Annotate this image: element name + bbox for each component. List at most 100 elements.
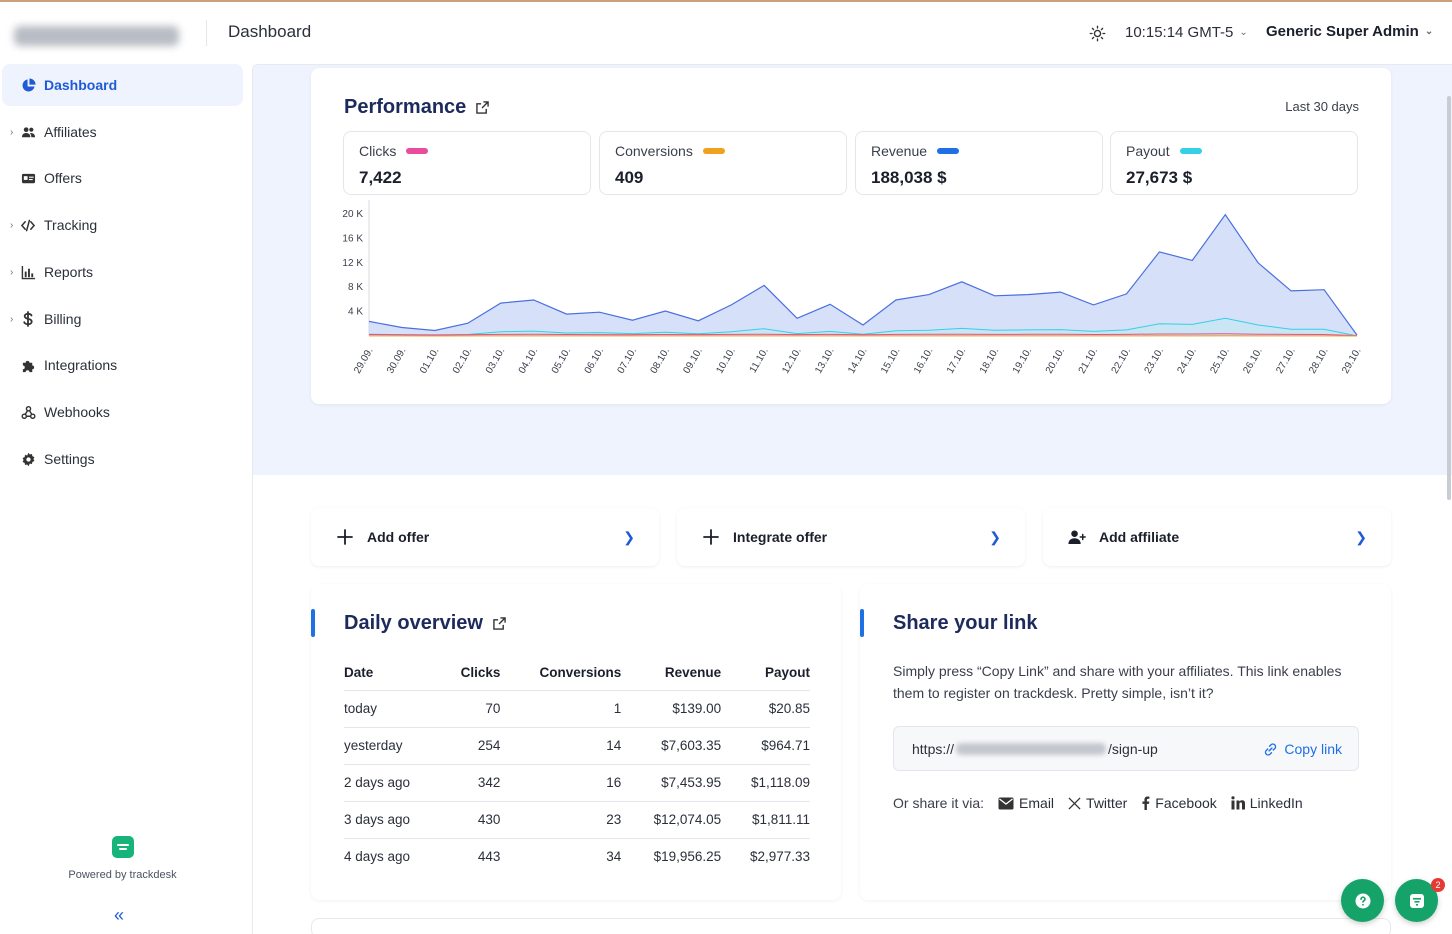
x-tick-label: 27.10. xyxy=(1274,346,1297,376)
theme-toggle-sun-icon[interactable] xyxy=(1089,25,1106,42)
share-via-facebook[interactable]: Facebook xyxy=(1141,795,1217,811)
sidebar-item-billing[interactable]: › Billing xyxy=(2,298,243,340)
x-tick-label: 21.10. xyxy=(1077,346,1100,376)
table-header-row: Date Clicks Conversions Revenue Payout xyxy=(344,656,810,691)
y-tick-label: 8 K xyxy=(348,282,363,293)
share-option-label: Email xyxy=(1019,795,1055,811)
share-via-row: Or share it via: Email Twitter Facebook Lin… xyxy=(893,795,1303,811)
x-tick-label: 10.10. xyxy=(714,346,737,376)
table-cell: 4 days ago xyxy=(344,849,411,865)
collapse-sidebar-button[interactable]: « xyxy=(114,905,124,926)
user-name: Generic Super Admin xyxy=(1266,23,1419,40)
sidebar-item-tracking[interactable]: › Tracking xyxy=(2,204,243,246)
trackdesk-logo-icon xyxy=(1409,893,1424,908)
sidebar-item-offers[interactable]: Offers xyxy=(2,157,243,199)
table-cell: yesterday xyxy=(344,727,442,765)
sidebar-item-label: Tracking xyxy=(44,217,98,233)
table-cell: 2 days ago xyxy=(344,764,442,802)
table-cell: $1,811.11 xyxy=(721,801,810,839)
copy-link-button[interactable]: Copy link xyxy=(1263,741,1342,757)
add-offer-button[interactable]: Add offer ❯ xyxy=(311,508,659,566)
integrate-offer-button[interactable]: Integrate offer ❯ xyxy=(677,508,1025,566)
add-affiliate-button[interactable]: Add affiliate ❯ xyxy=(1043,508,1391,566)
pie-chart-icon xyxy=(20,77,36,93)
x-tick-label: 12.10. xyxy=(780,346,803,376)
table-cell: $19,956.25 xyxy=(653,849,722,865)
share-link-title: Share your link xyxy=(893,612,1038,634)
x-tick-label: 07.10. xyxy=(616,346,639,376)
x-tick-label: 02.10. xyxy=(451,346,474,376)
table-cell: 14 xyxy=(500,727,622,765)
share-link-card: Share your link Simply press “Copy Link”… xyxy=(860,584,1391,900)
x-tick-label: 26.10. xyxy=(1241,346,1264,376)
chevron-right-icon: › xyxy=(10,219,14,231)
x-tick-label: 16.10. xyxy=(912,346,935,376)
table-row: 2 days ago 342 16 $7,453.95 $1,118.09 xyxy=(344,764,810,802)
x-tick-label: 23.10. xyxy=(1143,346,1166,376)
next-card-edge xyxy=(311,918,1391,934)
x-tick-label: 22.10. xyxy=(1110,346,1133,376)
user-menu-dropdown[interactable]: Generic Super Admin ⌄ xyxy=(1266,23,1433,40)
sidebar-item-dashboard[interactable]: Dashboard xyxy=(2,64,243,106)
share-description: Simply press “Copy Link” and share with … xyxy=(893,663,1342,701)
x-tick-label: 15.10. xyxy=(879,346,902,376)
sidebar-item-integrations[interactable]: Integrations xyxy=(2,344,243,386)
series-area-revenue xyxy=(369,214,1357,336)
x-tick-label: 13.10. xyxy=(813,346,836,376)
help-button[interactable] xyxy=(1341,879,1384,922)
table-row: 3 days ago 430 23 $12,074.05 $1,811.11 xyxy=(344,801,810,839)
header-divider xyxy=(206,20,207,46)
table-cell: 34 xyxy=(606,849,622,865)
app-header: Dashboard 10:15:14 GMT-5 ⌄ Generic Super… xyxy=(0,2,1452,64)
external-link-icon[interactable] xyxy=(493,617,506,630)
signup-link-field[interactable]: https:// /sign-up Copy link xyxy=(893,726,1359,771)
performance-chart: 4 K 8 K 12 K 16 K 20 K 29.09. 30.09. 01.10. 02.1… xyxy=(342,200,1364,376)
table-cell: $2,977.33 xyxy=(749,849,810,865)
x-tick-label: 20.10. xyxy=(1044,346,1067,376)
performance-card: Performance Last 30 days Clicks 7,422 Conv… xyxy=(311,68,1391,404)
sidebar-item-label: Integrations xyxy=(44,357,118,373)
bar-chart-icon xyxy=(20,264,36,280)
x-tick-label: 28.10. xyxy=(1307,346,1330,376)
plus-icon xyxy=(337,529,353,545)
daily-overview-card: Daily overview Date Clicks Conversions Reve… xyxy=(311,584,841,900)
x-tick-label: 11.10. xyxy=(748,346,771,375)
sidebar-item-label: Affiliates xyxy=(44,124,97,140)
sidebar-item-reports[interactable]: › Reports xyxy=(2,251,243,293)
x-twitter-icon xyxy=(1068,796,1081,810)
gear-icon xyxy=(20,451,36,467)
section-accent-bar xyxy=(311,609,315,637)
sidebar-item-settings[interactable]: Settings xyxy=(2,438,243,480)
table-cell: 430 xyxy=(441,801,501,839)
chevron-right-icon: ❯ xyxy=(1355,528,1367,545)
share-option-label: Twitter xyxy=(1086,795,1128,811)
share-option-label: Facebook xyxy=(1155,795,1217,811)
table-cell: 16 xyxy=(500,764,622,802)
plus-icon xyxy=(703,529,719,545)
daily-overview-title: Daily overview xyxy=(344,612,506,635)
brand-logo[interactable] xyxy=(14,26,179,46)
y-tick-label: 12 K xyxy=(342,258,363,269)
column-header-payout: Payout xyxy=(721,656,810,691)
column-header-clicks: Clicks xyxy=(441,656,501,691)
table-row: yesterday 254 14 $7,603.35 $964.71 xyxy=(344,727,810,765)
sidebar-item-webhooks[interactable]: Webhooks xyxy=(2,391,243,433)
table-row: today 70 1 $139.00 $20.85 xyxy=(344,690,810,728)
sidebar-item-label: Dashboard xyxy=(44,77,118,93)
sidebar-item-label: Settings xyxy=(44,451,95,467)
share-via-linkedin[interactable]: LinkedIn xyxy=(1231,795,1303,811)
x-tick-label: 04.10. xyxy=(517,346,540,376)
y-tick-label: 20 K xyxy=(342,209,363,220)
x-tick-label: 05.10. xyxy=(550,346,573,376)
share-via-twitter[interactable]: Twitter xyxy=(1068,795,1127,811)
share-via-email[interactable]: Email xyxy=(998,795,1054,811)
scrollbar[interactable] xyxy=(1447,96,1451,500)
x-tick-label: 17.10. xyxy=(945,346,968,376)
sidebar-item-affiliates[interactable]: › Affiliates xyxy=(2,111,243,153)
chevron-down-icon: ⌄ xyxy=(1424,26,1434,37)
link-suffix: /sign-up xyxy=(1108,741,1158,757)
timezone-clock-dropdown[interactable]: 10:15:14 GMT-5 ⌄ xyxy=(1125,24,1248,41)
email-icon xyxy=(998,797,1014,810)
x-tick-label: 01.10. xyxy=(418,346,441,376)
users-icon xyxy=(20,124,36,140)
